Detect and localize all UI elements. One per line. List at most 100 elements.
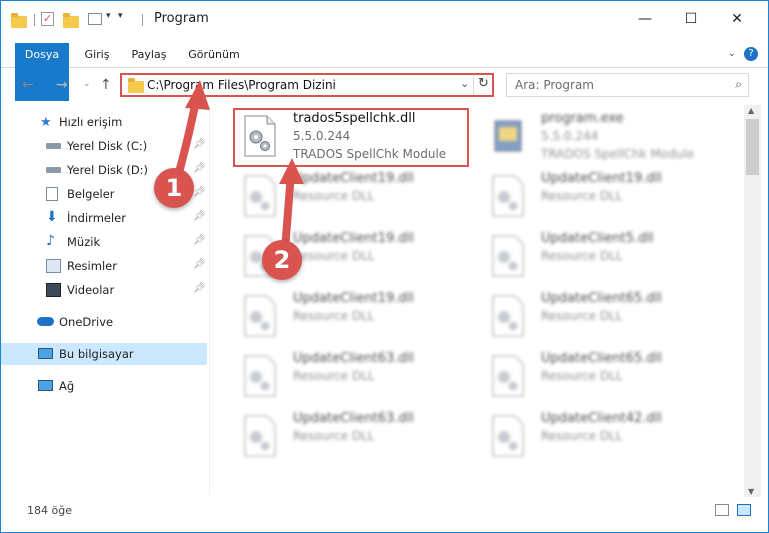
pin-icon[interactable]: 📌︎ <box>193 139 206 150</box>
separator <box>34 14 35 26</box>
window-title: Program <box>154 11 209 26</box>
step-2-callout: 2 <box>262 240 302 280</box>
pane-divider <box>209 105 210 495</box>
exe-file-icon <box>494 120 522 152</box>
file-name: UpdateClient19.dll <box>293 291 414 306</box>
file-type: Resource DLL <box>293 309 375 323</box>
file-item[interactable]: UpdateClient65.dll Resource DLL <box>481 349 721 407</box>
pin-icon[interactable]: 📌︎ <box>193 187 206 198</box>
file-type: Resource DLL <box>541 249 623 263</box>
file-item[interactable]: UpdateClient42.dll Resource DLL <box>481 409 721 467</box>
file-name: UpdateClient42.dll <box>541 411 662 426</box>
tab-share[interactable]: Paylaş <box>124 43 174 67</box>
sidebar-item-label: Videolar <box>67 283 115 297</box>
file-name: UpdateClient19.dll <box>293 171 414 186</box>
maximize-button[interactable]: ☐ <box>668 1 714 37</box>
sidebar-item-downloads[interactable]: ⬇ İndirmeler 📌︎ <box>1 207 207 229</box>
sidebar-item-network[interactable]: Ağ <box>1 375 207 397</box>
dll-file-icon <box>244 175 276 217</box>
help-icon[interactable]: ? <box>744 47 758 61</box>
pin-icon[interactable]: 📌︎ <box>193 283 206 294</box>
search-input[interactable]: Ara: Program <box>515 78 594 92</box>
separator <box>142 14 143 26</box>
tab-home[interactable]: Giriş <box>75 43 119 67</box>
pin-icon[interactable]: 📌︎ <box>193 211 206 222</box>
file-highlight-box <box>233 108 469 167</box>
dll-file-icon <box>492 235 524 277</box>
file-name: program.exe <box>541 111 624 126</box>
sidebar-item-local-disk-c[interactable]: Yerel Disk (C:) 📌︎ <box>1 135 207 157</box>
sidebar-item-label: Belgeler <box>67 187 115 201</box>
pin-icon[interactable]: 📌︎ <box>193 235 206 246</box>
sidebar-item-label: Hızlı erişim <box>59 115 123 129</box>
step-1-callout: 1 <box>154 168 194 208</box>
view-icon[interactable] <box>88 13 102 25</box>
pictures-icon <box>46 259 61 273</box>
forward-arrow-icon[interactable]: → <box>56 77 68 93</box>
sidebar-item-music[interactable]: ♪ Müzik 📌︎ <box>1 231 207 253</box>
search-icon[interactable]: ⌕ <box>735 77 742 92</box>
customize-icon[interactable]: ▾ <box>118 11 123 21</box>
sidebar-item-label: Yerel Disk (D:) <box>67 163 149 177</box>
minimize-button[interactable]: — <box>622 1 668 37</box>
scrollbar-thumb[interactable] <box>746 119 759 175</box>
dll-file-icon <box>492 295 524 337</box>
sidebar-item-label: Müzik <box>67 235 101 249</box>
scroll-down-icon[interactable]: ▼ <box>748 487 754 496</box>
network-icon <box>38 380 53 391</box>
file-item[interactable]: UpdateClient65.dll Resource DLL <box>481 289 721 347</box>
sidebar-item-videos[interactable]: Videolar 📌︎ <box>1 279 207 301</box>
dll-file-icon <box>244 355 276 397</box>
details-view-icon[interactable] <box>715 504 729 516</box>
download-arrow-icon: ⬇ <box>46 209 58 225</box>
sidebar-item-label: Yerel Disk (C:) <box>67 139 148 153</box>
sidebar-item-label: Resimler <box>67 259 117 273</box>
tiles-view-icon[interactable] <box>737 504 751 516</box>
up-arrow-icon[interactable]: ↑ <box>100 77 112 93</box>
file-name: UpdateClient19.dll <box>541 171 662 186</box>
sidebar-item-onedrive[interactable]: OneDrive <box>1 311 207 333</box>
file-item[interactable]: UpdateClient63.dll Resource DLL <box>233 409 473 467</box>
dll-file-icon <box>492 415 524 457</box>
title-bar: ✓ ▾ ▾ Program — ☐ ✕ <box>1 1 768 37</box>
properties-icon[interactable]: ✓ <box>41 12 54 26</box>
ribbon-expand-icon[interactable]: ⌄ <box>728 48 736 59</box>
back-arrow-icon[interactable]: ← <box>22 77 34 93</box>
close-button[interactable]: ✕ <box>714 1 760 37</box>
sidebar-item-label: OneDrive <box>59 315 114 329</box>
file-item[interactable]: UpdateClient63.dll Resource DLL <box>233 349 473 407</box>
file-name: UpdateClient65.dll <box>541 291 662 306</box>
refresh-icon[interactable]: ↻ <box>478 76 489 91</box>
search-box[interactable]: Ara: Program ⌕ <box>506 73 749 97</box>
sidebar-item-pictures[interactable]: Resimler 📌︎ <box>1 255 207 277</box>
address-dropdown-icon[interactable]: ⌄ <box>460 77 469 90</box>
navigation-bar: ← → ⌄ ↑ C:\Program Files\Program Dizini … <box>1 71 768 99</box>
file-item[interactable]: UpdateClient5.dll Resource DLL <box>481 229 721 287</box>
scroll-up-icon[interactable]: ▲ <box>748 106 754 115</box>
file-name: UpdateClient65.dll <box>541 351 662 366</box>
separator <box>473 75 474 95</box>
file-item-program-exe[interactable]: program.exe 5.5.0.244 TRADOS SpellChk Mo… <box>481 109 721 167</box>
file-name: UpdateClient63.dll <box>293 411 414 426</box>
chevron-down-icon[interactable]: ▾ <box>106 11 111 21</box>
file-type: Resource DLL <box>293 429 375 443</box>
pin-icon[interactable]: 📌︎ <box>193 163 206 174</box>
file-item[interactable]: UpdateClient19.dll Resource DLL <box>481 169 721 227</box>
status-bar: 184 öğe <box>1 500 768 522</box>
sidebar-item-label: İndirmeler <box>67 211 126 225</box>
vertical-scrollbar[interactable]: ▲ ▼ <box>744 105 761 497</box>
sidebar-item-quick-access[interactable]: ★ Hızlı erişim <box>1 111 207 133</box>
file-item[interactable]: UpdateClient19.dll Resource DLL <box>233 289 473 347</box>
cloud-icon <box>37 317 54 326</box>
recent-chevron-icon[interactable]: ⌄ <box>83 79 91 89</box>
new-folder-icon[interactable] <box>63 13 79 28</box>
address-bar[interactable]: C:\Program Files\Program Dizini ⌄ ↻ <box>120 73 494 97</box>
file-type: Resource DLL <box>541 309 623 323</box>
dll-file-icon <box>244 295 276 337</box>
sidebar-item-this-pc[interactable]: Bu bilgisayar <box>1 343 207 365</box>
pin-icon[interactable]: 📌︎ <box>193 259 206 270</box>
tab-view[interactable]: Görünüm <box>183 43 245 67</box>
file-type: Resource DLL <box>541 369 623 383</box>
file-item[interactable]: UpdateClient19.dll Resource DLL <box>233 169 473 227</box>
document-icon <box>46 187 58 201</box>
